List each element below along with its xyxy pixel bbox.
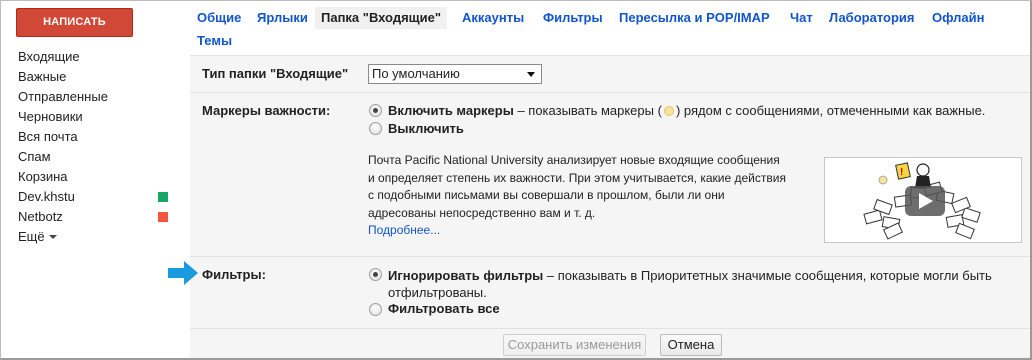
settings-tabs: Общие Ярлыки Папка "Входящие" Аккаунты Ф… bbox=[191, 7, 1027, 53]
tab-accounts[interactable]: Аккаунты bbox=[462, 7, 524, 29]
folder-important[interactable]: Важные bbox=[18, 67, 178, 87]
tab-labs[interactable]: Лаборатория bbox=[829, 7, 914, 29]
svg-text:!: ! bbox=[900, 167, 903, 178]
left-sidebar: НАПИСАТЬ Входящие Важные Отправленные Че… bbox=[0, 0, 188, 360]
filters-all-title: Фильтровать все bbox=[388, 301, 500, 316]
markers-enable-option: Включить маркеры – показывать маркеры ()… bbox=[388, 103, 985, 118]
filters-label: Фильтры: bbox=[202, 267, 266, 282]
importance-markers-label: Маркеры важности: bbox=[202, 103, 331, 118]
folder-list: Входящие Важные Отправленные Черновики В… bbox=[18, 47, 178, 247]
inbox-type-selected: По умолчанию bbox=[372, 66, 460, 81]
folder-trash[interactable]: Корзина bbox=[18, 167, 178, 187]
more-labels-toggle[interactable]: Ещё bbox=[18, 227, 178, 247]
tab-chat[interactable]: Чат bbox=[790, 7, 813, 29]
folder-drafts[interactable]: Черновики bbox=[18, 107, 178, 127]
filters-all-option: Фильтровать все bbox=[388, 301, 500, 316]
markers-disable-option: Выключить bbox=[388, 121, 464, 136]
tab-offline[interactable]: Офлайн bbox=[932, 7, 985, 29]
importance-description: Почта Pacific National University анализ… bbox=[368, 152, 788, 240]
cancel-button[interactable]: Отмена bbox=[660, 334, 722, 356]
filters-ignore-desc: – показывать в Приоритетных значимые соо… bbox=[543, 268, 992, 283]
filters-ignore-radio[interactable] bbox=[369, 268, 382, 281]
importance-description-text: Почта Pacific National University анализ… bbox=[368, 153, 786, 220]
label-color-swatch[interactable] bbox=[158, 192, 168, 202]
filters-ignore-option: Игнорировать фильтры – показывать в Прио… bbox=[388, 267, 998, 301]
row-divider bbox=[190, 328, 1032, 329]
row-divider bbox=[190, 256, 1032, 257]
more-label: Ещё bbox=[18, 229, 45, 244]
markers-enable-title: Включить маркеры bbox=[388, 103, 514, 118]
markers-enable-desc-a: – показывать маркеры ( bbox=[513, 103, 662, 118]
filters-ignore-title: Игнорировать фильтры bbox=[388, 268, 544, 283]
tab-labels[interactable]: Ярлыки bbox=[257, 7, 308, 29]
label-netbotz[interactable]: Netbotz bbox=[18, 207, 178, 227]
caret-down-icon bbox=[48, 235, 57, 239]
inbox-type-label: Тип папки "Входящие" bbox=[202, 66, 349, 81]
label-name: Netbotz bbox=[18, 209, 63, 224]
learn-more-link[interactable]: Подробнее... bbox=[368, 223, 440, 237]
row-divider bbox=[190, 92, 1032, 93]
pointer-arrow-icon bbox=[168, 261, 198, 285]
dropdown-arrow-icon bbox=[527, 72, 535, 77]
label-dev-khstu[interactable]: Dev.khstu bbox=[18, 187, 178, 207]
tab-forwarding-pop-imap[interactable]: Пересылка и POP/IMAP bbox=[619, 7, 770, 29]
importance-marker-icon bbox=[663, 106, 674, 116]
folder-sent[interactable]: Отправленные bbox=[18, 87, 178, 107]
filters-ignore-desc-line2: отфильтрованы. bbox=[388, 285, 487, 300]
markers-enable-desc-b: ) рядом с сообщениями, отмеченными как в… bbox=[675, 103, 986, 118]
markers-disable-radio[interactable] bbox=[369, 122, 382, 135]
importance-video-thumbnail[interactable]: ! bbox=[824, 157, 1022, 243]
tab-general[interactable]: Общие bbox=[197, 7, 241, 29]
filters-all-radio[interactable] bbox=[369, 303, 382, 316]
label-color-swatch[interactable] bbox=[158, 212, 168, 222]
inbox-type-select[interactable]: По умолчанию bbox=[368, 64, 542, 84]
markers-disable-title: Выключить bbox=[388, 121, 464, 136]
video-illustration: ! bbox=[863, 162, 981, 240]
label-name: Dev.khstu bbox=[18, 189, 75, 204]
tab-inbox[interactable]: Папка "Входящие" bbox=[315, 7, 448, 29]
save-changes-button[interactable]: Сохранить изменения bbox=[503, 334, 646, 356]
markers-enable-radio[interactable] bbox=[369, 104, 382, 117]
tab-filters[interactable]: Фильтры bbox=[543, 7, 603, 29]
compose-button[interactable]: НАПИСАТЬ bbox=[16, 8, 133, 37]
folder-all-mail[interactable]: Вся почта bbox=[18, 127, 178, 147]
folder-spam[interactable]: Спам bbox=[18, 147, 178, 167]
tab-themes[interactable]: Темы bbox=[197, 30, 232, 52]
folder-inbox[interactable]: Входящие bbox=[18, 47, 178, 67]
